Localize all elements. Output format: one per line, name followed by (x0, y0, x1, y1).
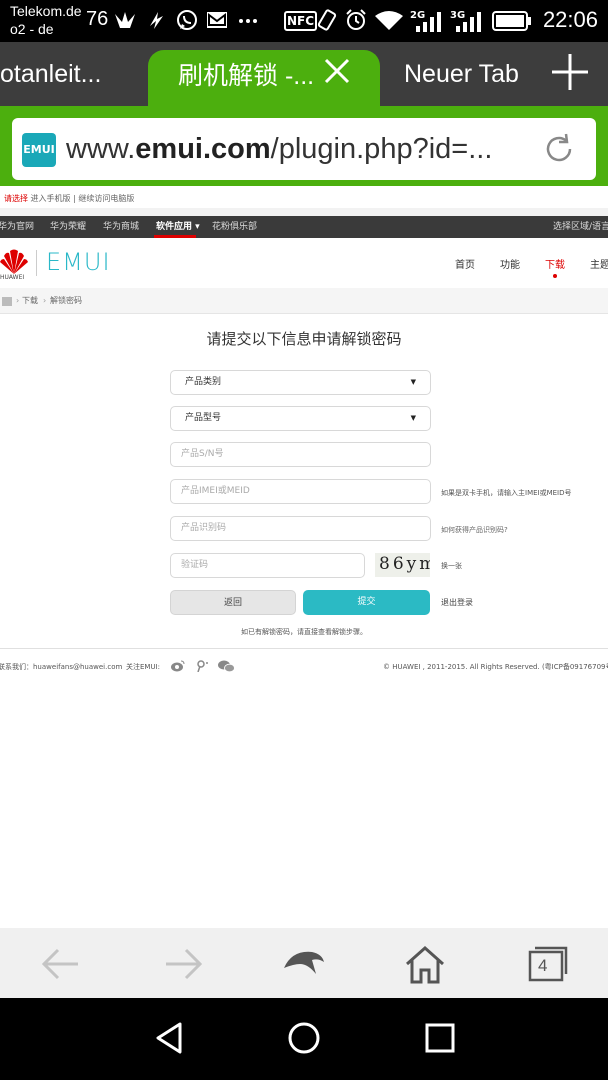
breadcrumb-sep: › (16, 296, 20, 305)
site-header: HUAWEI EMUI 首页 功能 下载 主题 (0, 238, 608, 288)
dolphin-menu-icon[interactable] (282, 942, 326, 986)
alarm-icon (346, 9, 366, 30)
footer: 联系我们：huaweifans@huawei.com 关注EMUI: © HUA… (0, 649, 608, 685)
site-favicon: EMUI (22, 133, 56, 167)
footer-copyright: © HUAWEI , 2011-2015. All Rights Reserve… (383, 663, 608, 671)
wechat-icon[interactable] (218, 660, 235, 672)
dropdown-caret-icon: ▼ (410, 378, 416, 386)
captcha-refresh-link[interactable]: 换一张 (441, 561, 462, 571)
signal-2g-icon (416, 12, 441, 32)
url-path: /plugin.php?id=... (270, 133, 493, 165)
notice-text: 进入手机版 | 继续访问电脑版 (30, 194, 135, 203)
flash-icon (150, 12, 163, 29)
reload-icon[interactable] (542, 132, 576, 166)
tab-new[interactable]: Neuer Tab (404, 42, 534, 106)
id-code-input[interactable]: 产品识别码 (170, 516, 431, 541)
mobile-version-notice[interactable]: 请选择 进入手机版 | 继续访问电脑版 (4, 193, 134, 204)
imei-hint: 如果是双卡手机，请输入主IMEI或MEID号 (441, 489, 572, 497)
back-button[interactable]: 返回 (170, 590, 296, 615)
huawei-logo-icon[interactable] (0, 248, 28, 276)
unlock-note: 如已有解锁密码，请直接查看解锁步骤。 (241, 628, 367, 636)
id-code-help-link[interactable]: 如何获得产品识别码? (441, 525, 508, 535)
product-type-select[interactable]: 产品类别 ▼ (170, 370, 431, 395)
emui-logo[interactable]: EMUI (46, 248, 111, 276)
sn-input[interactable]: 产品S/N号 (170, 442, 431, 467)
close-tab-icon[interactable] (322, 56, 352, 86)
imei-input[interactable]: 产品IMEI或MEID (170, 479, 431, 504)
mail-icon (207, 12, 227, 28)
android-nav-bar (0, 998, 608, 1080)
bird-icon (115, 12, 135, 28)
more-icon (239, 19, 257, 23)
nav-download[interactable]: 下载 (545, 256, 565, 271)
back-arrow-icon[interactable] (40, 942, 84, 986)
topnav-item-vmall[interactable]: 华为商城 (103, 216, 139, 238)
carrier-2: o2 - de (10, 21, 54, 37)
product-type-value: 产品类别 (185, 377, 222, 387)
breadcrumb-unlock: 解锁密码 (50, 296, 82, 305)
forward-arrow-icon[interactable] (160, 942, 204, 986)
address-bar-container: EMUI www.emui.com/plugin.php?id=... (0, 106, 608, 186)
footer-contact[interactable]: 联系我们：huaweifans@huawei.com (0, 662, 122, 672)
huawei-text: HUAWEI (0, 274, 25, 281)
nav-recents-icon[interactable] (422, 1020, 458, 1056)
tab-count: 4 (538, 956, 548, 975)
dropdown-caret-icon: ▼ (410, 414, 416, 422)
clock: 22:06 (542, 7, 598, 32)
breadcrumb-download[interactable]: 下载 (22, 288, 38, 314)
nav-active-dot (553, 274, 557, 278)
battery-icon (492, 11, 531, 31)
nav-features[interactable]: 功能 (500, 256, 520, 271)
nav-back-icon[interactable] (152, 1020, 188, 1056)
region-selector[interactable]: 选择区域/语言 ▾ (553, 216, 608, 238)
submit-button[interactable]: 提交 (303, 590, 430, 615)
logo-divider (36, 250, 37, 276)
top-nav: 华为官网 华为荣耀 华为商城 软件应用 ▾ 花粉俱乐部 选择区域/语言 ▾ (0, 216, 608, 238)
browser-toolbar: 4 (0, 928, 608, 998)
notification-count: 76 (86, 8, 109, 30)
home-icon[interactable] (2, 297, 12, 306)
form-title: 请提交以下信息申请解锁密码 (206, 330, 402, 348)
tencent-weibo-icon[interactable] (195, 660, 209, 672)
home-icon[interactable] (403, 942, 447, 986)
weibo-icon[interactable] (171, 660, 185, 672)
topnav-item-club[interactable]: 花粉俱乐部 (212, 216, 257, 238)
browser-tab-bar: otanleit... 刷机解锁 -... Neuer Tab (0, 42, 608, 106)
captcha-image[interactable]: 86ym (375, 553, 430, 577)
breadcrumb: › 下载 › 解锁密码 (0, 288, 608, 314)
product-model-select[interactable]: 产品型号 ▼ (170, 406, 431, 431)
tab-previous[interactable]: otanleit... (0, 42, 120, 106)
topnav-item-huawei[interactable]: 华为官网 (0, 216, 34, 238)
carrier-1: Telekom.de (10, 3, 82, 19)
notice-select: 请选择 (4, 194, 28, 203)
captcha-input[interactable]: 验证码 (170, 553, 365, 578)
carrier-info: Telekom.de o2 - de (10, 2, 82, 38)
url-text[interactable]: www.emui.com/plugin.php?id=... (66, 126, 526, 172)
nav-themes[interactable]: 主题 (590, 256, 608, 271)
wifi-icon (375, 11, 403, 30)
tabs-icon[interactable] (526, 942, 570, 986)
url-domain: emui.com (135, 133, 271, 165)
footer-follow: 关注EMUI: (126, 663, 161, 671)
rotate-icon (317, 9, 337, 31)
product-model-value: 产品型号 (185, 413, 222, 423)
nfc-icon: NFC (284, 11, 318, 31)
signal-3g-icon (456, 12, 481, 32)
divider (0, 208, 608, 216)
breadcrumb-sep: › (43, 296, 47, 305)
web-page: 请选择 进入手机版 | 继续访问电脑版 华为官网 华为荣耀 华为商城 软件应用 … (0, 186, 608, 928)
captcha-text: 86ym (379, 554, 430, 574)
nav-home[interactable]: 首页 (455, 256, 475, 271)
status-bar: Telekom.de o2 - de 76 NFC 2G 3G 22:06 (0, 0, 608, 42)
logout-link[interactable]: 退出登录 (441, 597, 473, 608)
nav-home-icon[interactable] (286, 1020, 322, 1056)
topnav-item-honor[interactable]: 华为荣耀 (50, 216, 86, 238)
add-tab-icon[interactable] (550, 52, 590, 92)
whatsapp-icon (177, 10, 197, 30)
url-prefix: www. (66, 133, 136, 165)
address-bar[interactable]: EMUI www.emui.com/plugin.php?id=... (12, 118, 596, 180)
